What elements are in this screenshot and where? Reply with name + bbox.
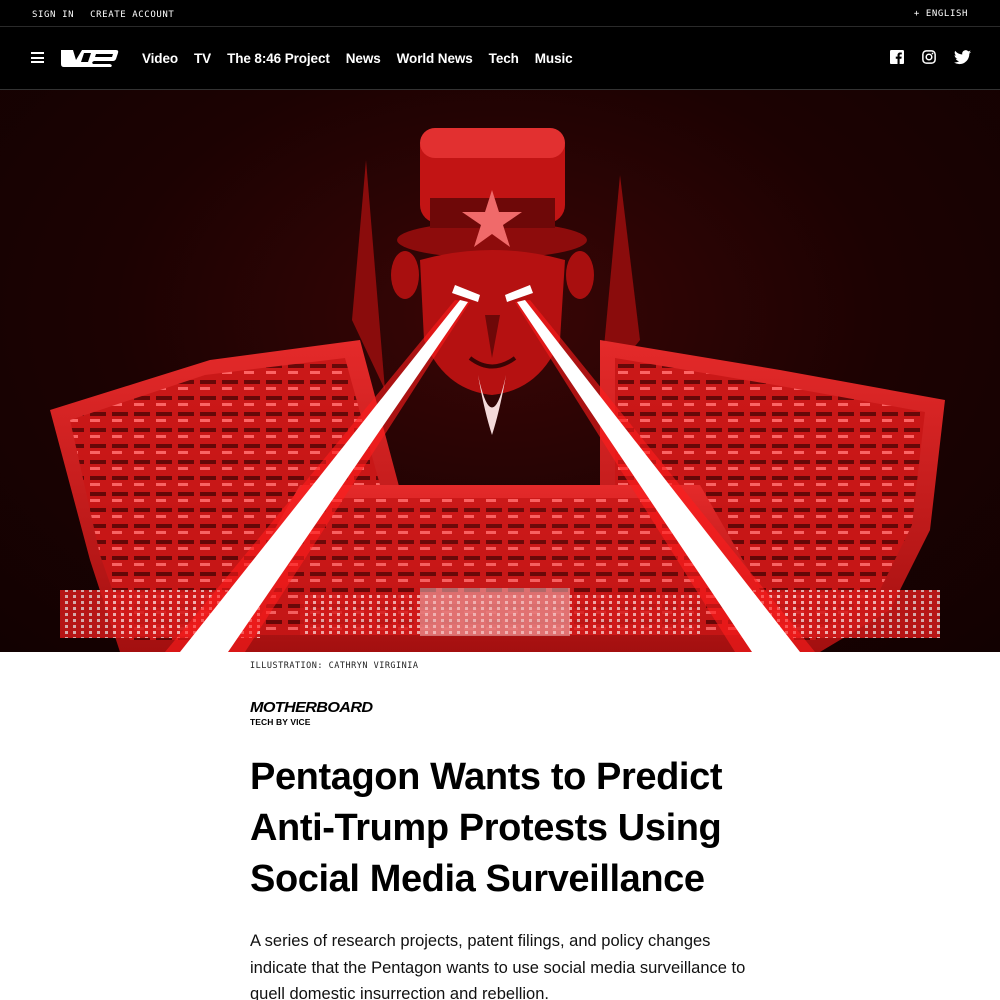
nav-link-news[interactable]: News [346, 51, 381, 66]
nav-link-tv[interactable]: TV [194, 51, 211, 66]
pentagon-uncle-sam-artwork [50, 128, 945, 652]
vice-logo-shape [61, 50, 119, 67]
account-bar: SIGN IN CREATE ACCOUNT + ENGLISH [0, 0, 1000, 27]
language-selector[interactable]: + ENGLISH [914, 9, 968, 19]
nav-link-music[interactable]: Music [535, 51, 573, 66]
nav-link-video[interactable]: Video [142, 51, 178, 66]
motherboard-tagline: TECH BY VICE [250, 717, 311, 727]
article-dek: A series of research projects, patent fi… [250, 932, 746, 1000]
create-account-link[interactable]: CREATE ACCOUNT [90, 10, 174, 20]
nav-link-tech[interactable]: Tech [489, 51, 519, 66]
nav-links: Video TV The 8:46 Project News World New… [142, 51, 589, 66]
nav-link-world-news[interactable]: World News [397, 51, 473, 66]
instagram-icon[interactable] [922, 50, 938, 66]
main-navigation: Video TV The 8:46 Project News World New… [0, 27, 1000, 90]
twitter-icon[interactable] [954, 50, 971, 66]
social-links [890, 50, 971, 66]
account-links: SIGN IN CREATE ACCOUNT [32, 10, 174, 20]
image-credit: ILLUSTRATION: CATHRYN VIRGINIA [250, 661, 419, 671]
facebook-icon[interactable] [890, 50, 906, 66]
nav-link-8-46-project[interactable]: The 8:46 Project [227, 51, 330, 66]
hamburger-menu-icon[interactable] [31, 52, 44, 63]
uncle-sam-figure [391, 128, 594, 435]
motherboard-brand[interactable]: MOTHERBOARD TECH BY VICE [250, 700, 373, 728]
article-headline: Pentagon Wants to Predict Anti-Trump Pro… [250, 756, 723, 900]
hero-illustration [0, 90, 1000, 652]
motherboard-logo-text: MOTHERBOARD [250, 699, 373, 716]
sign-in-link[interactable]: SIGN IN [32, 10, 74, 20]
vice-logo[interactable] [58, 47, 120, 69]
